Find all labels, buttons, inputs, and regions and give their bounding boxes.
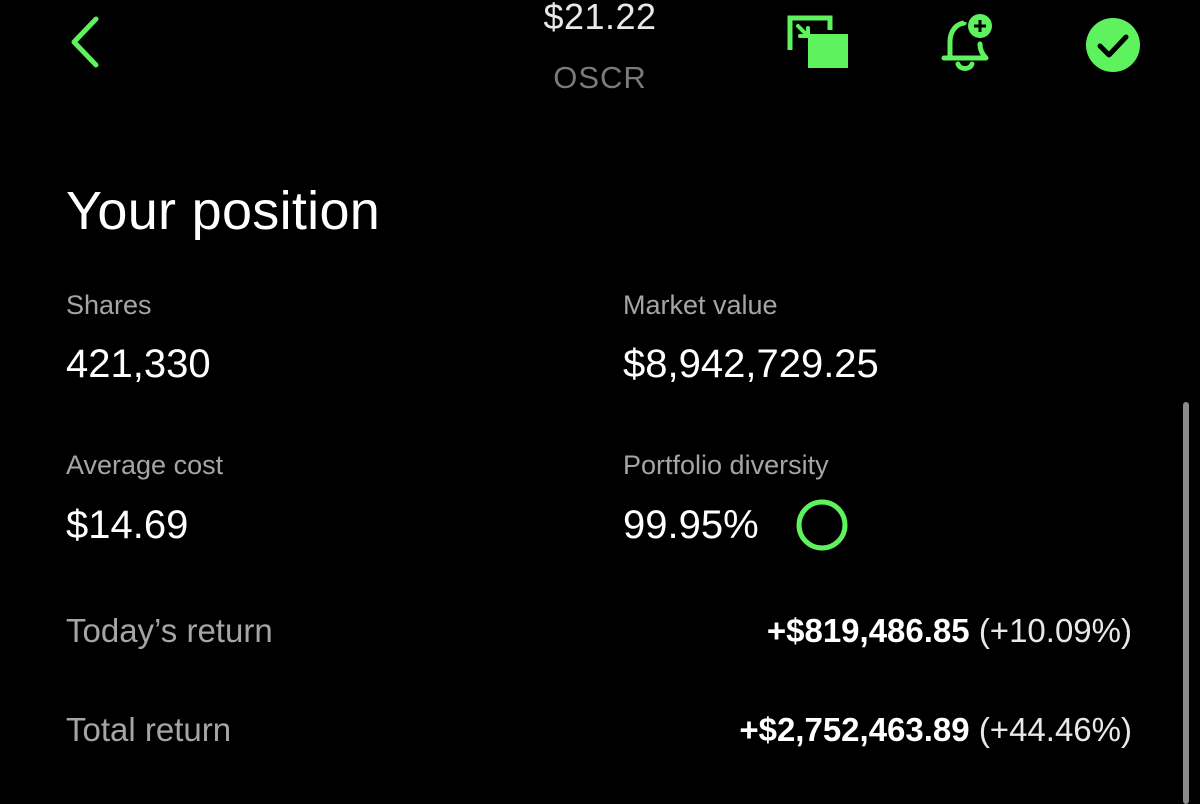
- header-price: $21.22: [543, 0, 657, 37]
- todays-return-amount: +$819,486.85: [766, 612, 970, 649]
- diversity-ring-progress: [796, 499, 848, 551]
- diversity-ring-icon[interactable]: [795, 498, 849, 552]
- market-value-label: Market value: [623, 290, 778, 320]
- shares-label: Shares: [66, 290, 152, 320]
- position-screen: $21.22 OSCR Your position Shares 421,330…: [0, 0, 1200, 804]
- todays-return-percent: (+10.09%): [978, 612, 1132, 649]
- add-alert-bell-icon[interactable]: [938, 12, 998, 74]
- total-return-percent: (+44.46%): [978, 711, 1132, 748]
- portfolio-diversity-value: 99.95%: [623, 503, 759, 547]
- shares-value: 421,330: [66, 342, 211, 386]
- scrollbar[interactable]: [1183, 402, 1189, 804]
- average-cost-label: Average cost: [66, 450, 224, 480]
- total-return-label: Total return: [66, 711, 232, 748]
- header-ticker: OSCR: [553, 60, 647, 95]
- picture-in-picture-icon[interactable]: [786, 14, 852, 72]
- total-return-value[interactable]: +$2,752,463.89 (+44.46%): [739, 711, 1132, 749]
- todays-return-value[interactable]: +$819,486.85 (+10.09%): [767, 612, 1132, 650]
- market-value: $8,942,729.25: [623, 342, 879, 386]
- watchlist-check-icon[interactable]: [1084, 16, 1142, 74]
- total-return-amount: +$2,752,463.89: [739, 711, 970, 748]
- section-title: Your position: [66, 181, 381, 241]
- portfolio-diversity-label: Portfolio diversity: [623, 450, 829, 480]
- todays-return-label: Today’s return: [66, 612, 273, 649]
- average-cost-value: $14.69: [66, 503, 189, 547]
